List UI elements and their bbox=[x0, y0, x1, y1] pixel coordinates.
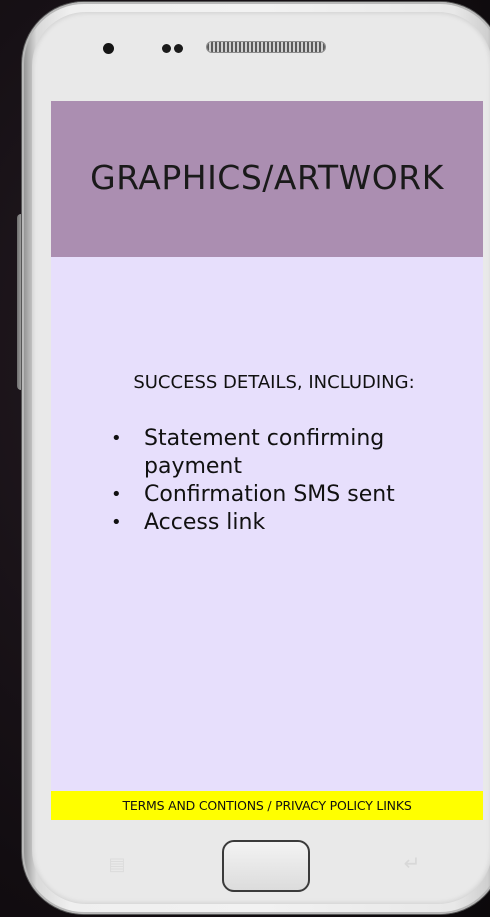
success-details-heading: SUCCESS DETAILS, INCLUDING: bbox=[133, 372, 415, 393]
list-item: • Statement confirming payment bbox=[51, 425, 444, 481]
list-item-text: Confirmation SMS sent bbox=[144, 482, 395, 507]
success-details: SUCCESS DETAILS, INCLUDING: • Statement … bbox=[51, 372, 483, 537]
terms-privacy-link[interactable]: TERMS AND CONTIONS / PRIVACY POLICY LINK… bbox=[122, 798, 411, 813]
bullet-icon: • bbox=[111, 512, 122, 533]
camera-icon bbox=[103, 43, 114, 54]
list-item-text: Access link bbox=[144, 510, 266, 535]
phone-screen: GRAPHICS/ARTWORK SUCCESS DETAILS, INCLUD… bbox=[51, 101, 483, 820]
list-item-text: Statement confirming payment bbox=[144, 426, 385, 479]
sensor-icon bbox=[162, 44, 171, 53]
sensor-icon bbox=[174, 44, 183, 53]
home-button[interactable] bbox=[222, 840, 310, 892]
list-item: • Confirmation SMS sent bbox=[51, 481, 444, 509]
speaker-grille bbox=[207, 42, 325, 52]
list-item: • Access link bbox=[51, 509, 444, 537]
footer-links-bar: TERMS AND CONTIONS / PRIVACY POLICY LINK… bbox=[51, 791, 483, 820]
success-details-list: • Statement confirming payment • Confirm… bbox=[51, 425, 483, 537]
menu-key-icon[interactable]: ▤ bbox=[103, 856, 131, 874]
banner-title: GRAPHICS/ARTWORK bbox=[90, 158, 444, 197]
bullet-icon: • bbox=[111, 484, 122, 505]
stage: GRAPHICS/ARTWORK SUCCESS DETAILS, INCLUD… bbox=[0, 0, 490, 917]
back-key-icon[interactable]: ↵ bbox=[398, 852, 426, 874]
graphics-artwork-banner: GRAPHICS/ARTWORK bbox=[51, 101, 483, 257]
bullet-icon: • bbox=[111, 428, 122, 449]
